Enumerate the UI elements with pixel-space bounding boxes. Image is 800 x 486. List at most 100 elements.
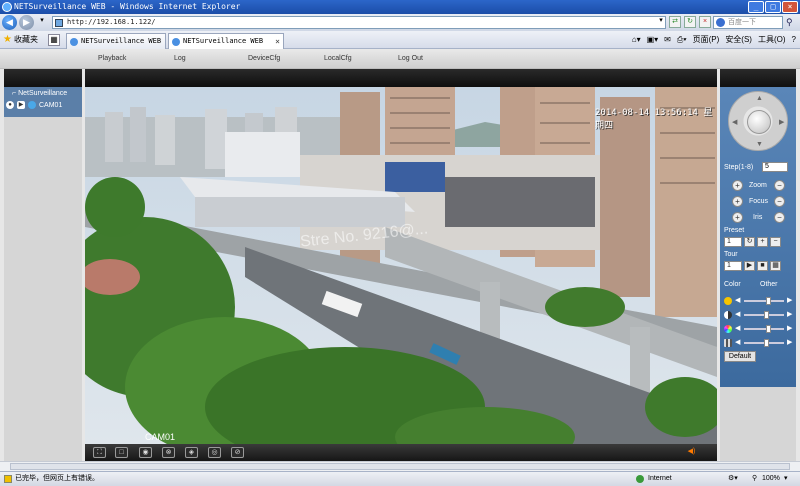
- slider-track[interactable]: [744, 328, 784, 330]
- preset-input[interactable]: 1: [724, 237, 742, 247]
- menu-playback[interactable]: Playback: [98, 49, 126, 69]
- favorites-button[interactable]: ★ 收藏夹: [3, 34, 38, 46]
- focus-out-button[interactable]: −: [774, 196, 785, 207]
- stop-icon[interactable]: ×: [699, 16, 711, 28]
- scrollbar-thumb[interactable]: [10, 463, 790, 470]
- stop-record-icon[interactable]: ⊘: [231, 447, 244, 458]
- tour-grid-icon[interactable]: ▦: [770, 261, 781, 271]
- browser-tab-1[interactable]: NETSurveillance WEB: [66, 33, 166, 49]
- print-icon[interactable]: ⎙▾: [677, 34, 687, 46]
- video-feed[interactable]: 2014-08-14 13:56:14 星期四 Stre No. 9216@..…: [85, 87, 717, 444]
- increase-icon[interactable]: ▶: [787, 324, 792, 332]
- increase-icon[interactable]: ▶: [787, 338, 792, 346]
- video-toolbar: ⛶ □ ◉ ⊗ ◈ ◎ ⊘ ◀): [85, 444, 717, 461]
- decrease-icon[interactable]: ◀: [735, 310, 740, 318]
- ptz-center-button[interactable]: [747, 110, 771, 134]
- zoom-dropdown-icon[interactable]: ▾: [784, 472, 788, 486]
- close-tab-icon[interactable]: ×: [275, 34, 280, 49]
- increase-icon[interactable]: ▶: [787, 296, 792, 304]
- go-icon[interactable]: ⇄: [669, 16, 681, 28]
- address-dropdown-icon[interactable]: ▾: [655, 16, 667, 28]
- tab-color[interactable]: Color: [724, 281, 741, 288]
- maximize-button[interactable]: □: [765, 1, 781, 13]
- address-input[interactable]: http://192.168.1.122/: [52, 16, 666, 29]
- single-view-icon[interactable]: □: [115, 447, 128, 458]
- slider-knob[interactable]: [766, 325, 771, 333]
- record-all-icon[interactable]: ◎: [208, 447, 221, 458]
- zoom-in-button[interactable]: +: [732, 180, 743, 191]
- iris-label: Iris: [753, 214, 763, 221]
- back-button[interactable]: ◀: [2, 15, 17, 30]
- image-tabs: Color Other: [720, 281, 796, 293]
- decrease-icon[interactable]: ◀: [735, 296, 740, 304]
- horizontal-scrollbar[interactable]: [0, 461, 800, 471]
- play-icon[interactable]: ▶: [17, 101, 25, 109]
- forward-button[interactable]: ▶: [19, 15, 34, 30]
- menu-devicecfg[interactable]: DeviceCfg: [248, 49, 280, 69]
- tour-input[interactable]: 1: [724, 261, 742, 271]
- snapshot-icon[interactable]: ◈: [185, 447, 198, 458]
- iris-close-button[interactable]: −: [774, 212, 785, 223]
- volume-icon[interactable]: ◀): [685, 447, 698, 458]
- search-input[interactable]: 百度一下: [713, 16, 783, 29]
- step-input[interactable]: 5: [762, 162, 788, 172]
- browser-tab-2[interactable]: NETSurveillance WEB ×: [168, 33, 284, 49]
- slider-knob[interactable]: [764, 311, 769, 319]
- open-all-icon[interactable]: ◉: [139, 447, 152, 458]
- preset-goto-icon[interactable]: ↻: [744, 237, 755, 247]
- arrow-left-icon[interactable]: ◀: [732, 118, 737, 126]
- protected-mode-icon[interactable]: ⚙▾: [728, 472, 738, 486]
- tour-stop-icon[interactable]: ■: [757, 261, 768, 271]
- tools-menu[interactable]: 工具(O): [758, 34, 786, 46]
- minimize-button[interactable]: _: [748, 1, 764, 13]
- menu-log[interactable]: Log: [174, 49, 186, 69]
- preset-add-icon[interactable]: +: [757, 237, 768, 247]
- decrease-icon[interactable]: ◀: [735, 338, 740, 346]
- ie-logo-icon: [2, 2, 12, 12]
- iris-open-button[interactable]: +: [732, 212, 743, 223]
- home-icon[interactable]: ⌂▾: [632, 34, 641, 46]
- refresh-icon[interactable]: ↻: [684, 16, 696, 28]
- warning-icon[interactable]: [4, 475, 12, 483]
- quick-tabs-icon[interactable]: ▦: [48, 34, 60, 46]
- focus-in-button[interactable]: +: [732, 196, 743, 207]
- search-go-icon[interactable]: ⚲: [786, 17, 798, 28]
- zoom-level[interactable]: 100%: [762, 472, 780, 486]
- arrow-up-icon[interactable]: ▲: [756, 95, 763, 102]
- slider-track[interactable]: [744, 300, 784, 302]
- brightness-slider[interactable]: ◀ ▶: [720, 295, 796, 307]
- address-text: http://192.168.1.122/: [67, 18, 156, 26]
- history-dropdown-icon[interactable]: ▾: [36, 16, 48, 28]
- arrow-down-icon[interactable]: ▼: [756, 141, 763, 148]
- tour-play-icon[interactable]: ▶: [744, 261, 755, 271]
- preset-remove-icon[interactable]: −: [770, 237, 781, 247]
- help-icon[interactable]: ?: [792, 34, 796, 46]
- page-menu[interactable]: 页面(P): [693, 34, 720, 46]
- close-button[interactable]: ×: [782, 1, 798, 13]
- menu-logout[interactable]: Log Out: [398, 49, 423, 69]
- safety-menu[interactable]: 安全(S): [725, 34, 752, 46]
- decrease-icon[interactable]: ◀: [735, 324, 740, 332]
- zoom-out-button[interactable]: −: [774, 180, 785, 191]
- ptz-direction-pad[interactable]: ▲ ▼ ◀ ▶: [728, 91, 788, 151]
- close-all-icon[interactable]: ⊗: [162, 447, 175, 458]
- camera-status-icon: [28, 101, 36, 109]
- record-icon[interactable]: ●: [6, 101, 14, 109]
- tree-root-label[interactable]: ⌐ NetSurveillance: [12, 89, 67, 99]
- hue-slider[interactable]: ◀ ▶: [720, 337, 796, 349]
- mail-icon[interactable]: ✉: [664, 34, 671, 46]
- slider-knob[interactable]: [766, 297, 771, 305]
- increase-icon[interactable]: ▶: [787, 310, 792, 318]
- zoom-icon[interactable]: ⚲: [752, 472, 757, 486]
- fullscreen-icon[interactable]: ⛶: [93, 447, 106, 458]
- device-tree-panel: ⌐ NetSurveillance ● ▶ CAM01: [4, 69, 82, 461]
- default-button[interactable]: Default: [724, 351, 756, 362]
- feeds-icon[interactable]: ▣▾: [647, 34, 659, 46]
- menu-localcfg[interactable]: LocalCfg: [324, 49, 352, 69]
- tab-other[interactable]: Other: [760, 281, 778, 288]
- slider-knob[interactable]: [764, 339, 769, 347]
- contrast-slider[interactable]: ◀ ▶: [720, 309, 796, 321]
- arrow-right-icon[interactable]: ▶: [779, 118, 784, 126]
- camera-row[interactable]: ● ▶ CAM01: [6, 101, 62, 109]
- saturation-slider[interactable]: ◀ ▶: [720, 323, 796, 335]
